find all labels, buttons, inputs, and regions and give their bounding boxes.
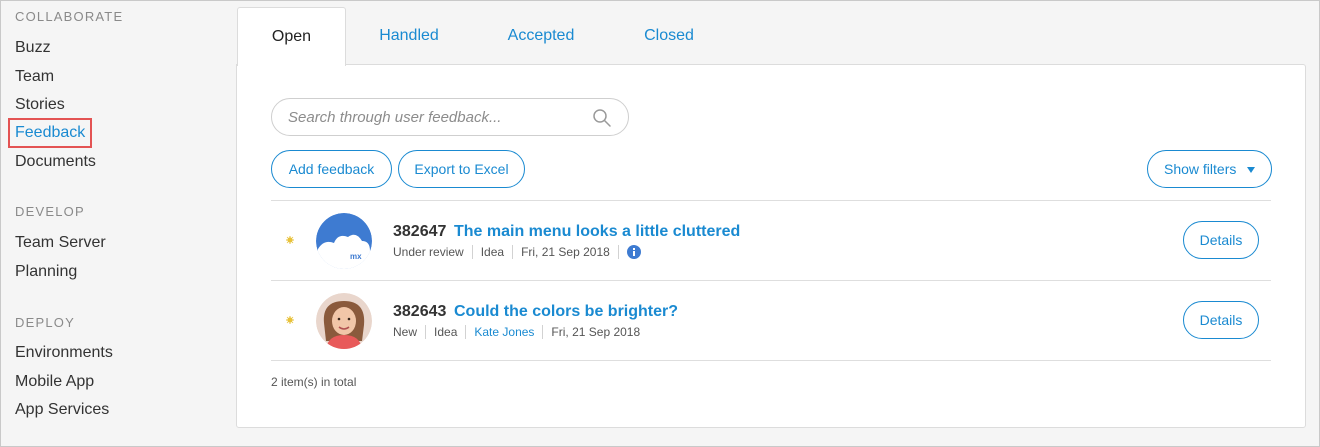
divider bbox=[271, 360, 1271, 361]
separator bbox=[471, 245, 473, 259]
author-link[interactable]: Kate Jones bbox=[474, 325, 534, 339]
section-header-develop: DEVELOP bbox=[15, 204, 85, 219]
app-frame: COLLABORATE Buzz Team Stories Feedback D… bbox=[0, 0, 1320, 447]
feedback-row: mx 382647 The main menu looks a little c… bbox=[271, 201, 1271, 280]
feedback-panel: Add feedback Export to Excel Show filter… bbox=[236, 64, 1306, 428]
info-icon[interactable] bbox=[626, 245, 641, 259]
caret-down-icon bbox=[1247, 167, 1255, 173]
status-text: Under review bbox=[393, 245, 464, 259]
type-text: Idea bbox=[434, 325, 458, 339]
type-text: Idea bbox=[480, 245, 505, 259]
feedback-id: 382643 bbox=[393, 303, 447, 320]
sidebar-item-environments[interactable]: Environments bbox=[15, 343, 113, 363]
sidebar: COLLABORATE Buzz Team Stories Feedback D… bbox=[1, 1, 233, 446]
date-text: Fri, 21 Sep 2018 bbox=[521, 245, 610, 259]
separator bbox=[512, 245, 514, 259]
details-button[interactable]: Details bbox=[1183, 301, 1259, 339]
avatar-user-photo bbox=[316, 293, 372, 349]
search-input[interactable] bbox=[288, 99, 588, 135]
sidebar-item-buzz[interactable]: Buzz bbox=[15, 38, 51, 58]
feedback-row: 382643 Could the colors be brighter? New… bbox=[271, 281, 1271, 360]
search-icon[interactable] bbox=[592, 108, 612, 128]
sidebar-item-app-services[interactable]: App Services bbox=[15, 400, 109, 420]
sidebar-item-stories[interactable]: Stories bbox=[15, 95, 65, 115]
show-filters-button[interactable]: Show filters bbox=[1147, 150, 1272, 188]
star-bullet-icon bbox=[286, 316, 294, 324]
separator bbox=[465, 325, 467, 339]
feedback-highlight-box bbox=[8, 118, 92, 148]
avatar-mendix-logo: mx bbox=[316, 213, 372, 269]
search-box bbox=[271, 98, 629, 136]
add-feedback-button[interactable]: Add feedback bbox=[271, 150, 392, 188]
sidebar-item-mobile-app[interactable]: Mobile App bbox=[15, 372, 94, 392]
total-count: 2 item(s) in total bbox=[271, 375, 357, 389]
tab-open[interactable]: Open bbox=[237, 7, 346, 66]
feedback-title-link[interactable]: Could the colors be brighter? bbox=[454, 303, 678, 321]
svg-text:mx: mx bbox=[350, 252, 362, 261]
tab-accepted[interactable]: Accepted bbox=[491, 7, 591, 64]
sidebar-item-planning[interactable]: Planning bbox=[15, 262, 77, 282]
separator bbox=[425, 325, 427, 339]
section-header-deploy: DEPLOY bbox=[15, 315, 75, 330]
separator bbox=[542, 325, 544, 339]
date-text: Fri, 21 Sep 2018 bbox=[551, 325, 641, 339]
tab-handled[interactable]: Handled bbox=[361, 7, 457, 64]
status-text: New bbox=[393, 325, 418, 339]
feedback-meta: Under review Idea Fri, 21 Sep 2018 bbox=[393, 245, 641, 259]
details-button[interactable]: Details bbox=[1183, 221, 1259, 259]
sidebar-item-documents[interactable]: Documents bbox=[15, 152, 96, 172]
tab-closed[interactable]: Closed bbox=[627, 7, 711, 64]
show-filters-label: Show filters bbox=[1164, 161, 1237, 177]
separator bbox=[617, 245, 619, 259]
star-bullet-icon bbox=[286, 236, 294, 244]
sidebar-item-team-server[interactable]: Team Server bbox=[15, 233, 106, 253]
section-header-collaborate: COLLABORATE bbox=[15, 9, 124, 24]
export-excel-button[interactable]: Export to Excel bbox=[398, 150, 525, 188]
feedback-meta: New Idea Kate Jones Fri, 21 Sep 2018 bbox=[393, 325, 640, 339]
feedback-id: 382647 bbox=[393, 223, 447, 240]
feedback-title-link[interactable]: The main menu looks a little cluttered bbox=[454, 223, 740, 241]
sidebar-item-team[interactable]: Team bbox=[15, 67, 54, 87]
